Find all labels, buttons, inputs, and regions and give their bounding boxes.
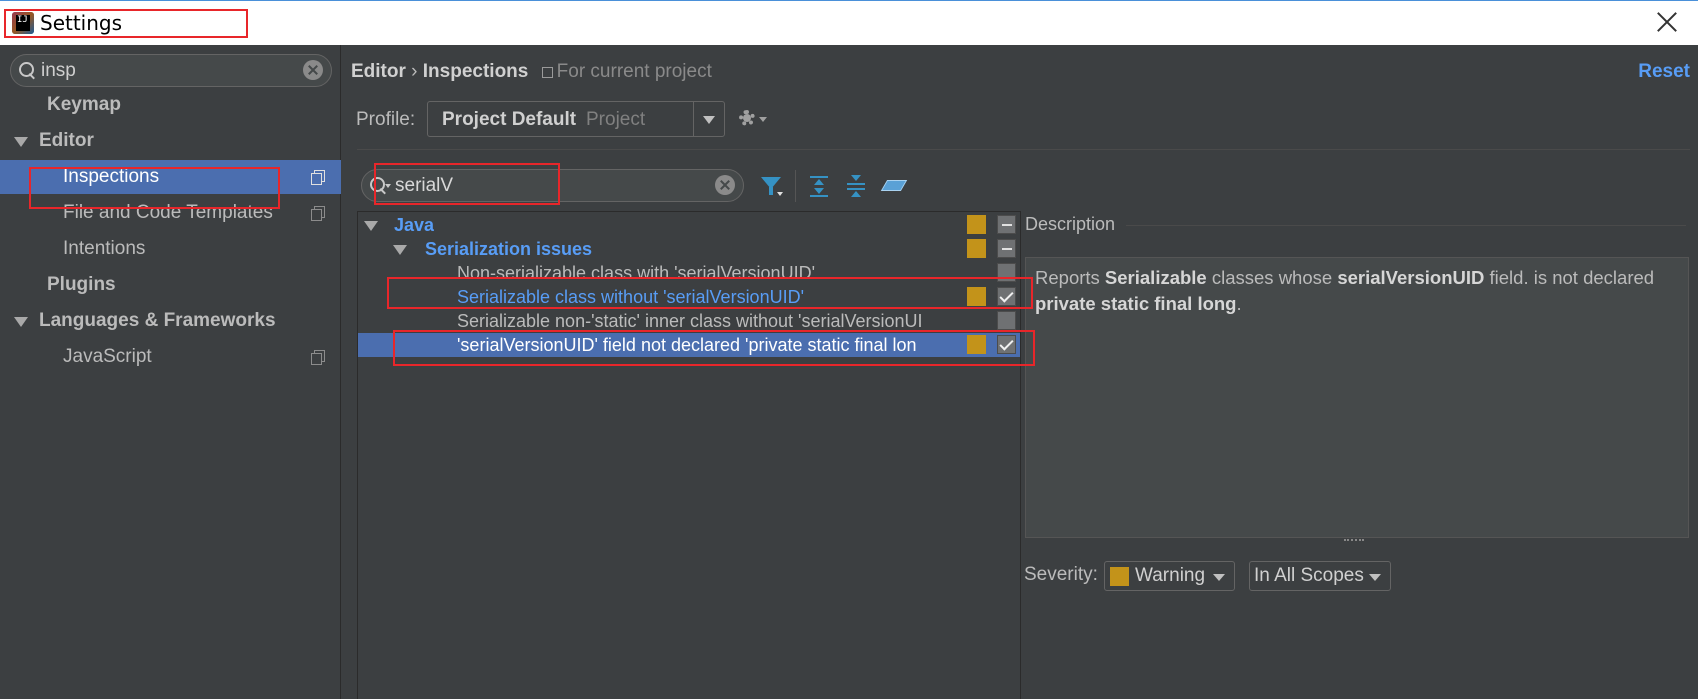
profile-label: Profile: [356, 109, 416, 130]
close-icon[interactable] [1654, 9, 1680, 35]
annotation-box [374, 163, 560, 205]
expand-triangle-icon[interactable] [364, 221, 378, 231]
description-bold-text: serialVersionUID [1337, 267, 1485, 288]
resize-grip-icon[interactable] [1344, 539, 1364, 543]
expand-triangle-icon[interactable] [393, 245, 407, 255]
inspection-checkbox[interactable] [997, 311, 1016, 330]
description-text: Reports [1035, 267, 1105, 288]
annotation-box [387, 277, 1033, 309]
reset-link[interactable]: Reset [1638, 61, 1690, 83]
collapse-all-icon[interactable] [845, 175, 867, 197]
scope-note: For current project [556, 61, 712, 82]
project-scope-icon [311, 206, 325, 221]
sidebar-item-label: JavaScript [63, 346, 152, 367]
description-panel: Reports Serializable classes whose seria… [1025, 257, 1689, 538]
chevron-down-icon[interactable] [703, 116, 715, 124]
search-icon [19, 62, 35, 78]
description-text: classes whose [1206, 267, 1338, 288]
sidebar-item-plugins[interactable]: Plugins [0, 268, 341, 302]
chevron-down-icon[interactable] [1369, 574, 1381, 581]
warning-severity-icon [1110, 567, 1129, 586]
sidebar-item-editor[interactable]: Editor [0, 124, 341, 158]
reset-to-default-eraser-icon[interactable] [880, 175, 908, 197]
breadcrumb-separator: › [411, 61, 418, 82]
annotation-box [4, 9, 248, 38]
inspection-checkbox[interactable] [997, 215, 1016, 234]
inspection-checkbox[interactable] [997, 239, 1016, 258]
tree-row-serialization-issues[interactable]: Serialization issues [358, 237, 1021, 261]
toolbar-divider [795, 170, 796, 202]
project-scope-icon [541, 67, 553, 78]
project-scope-icon [311, 170, 325, 185]
profile-type: Project [586, 109, 646, 130]
tree-row-label: Serialization issues [425, 239, 593, 259]
project-scope-icon [311, 350, 325, 365]
sidebar-item-javascript[interactable]: JavaScript [0, 340, 341, 374]
expand-triangle-icon[interactable] [14, 137, 28, 147]
settings-sidebar: insp Keymap Editor Inspections File and … [0, 45, 341, 699]
tree-row-label: Java [394, 215, 435, 235]
severity-label: Severity: [1024, 564, 1098, 585]
sidebar-item-label: Editor [39, 130, 94, 151]
sidebar-item-label: Keymap [47, 94, 121, 115]
description-text: field. is not declared [1484, 267, 1655, 288]
filter-icon[interactable] [761, 175, 783, 197]
profile-value: Project Default [442, 109, 577, 130]
description-text: . [1236, 293, 1242, 314]
gear-dropdown-arrow-icon[interactable] [759, 117, 767, 122]
chevron-down-icon[interactable] [1213, 574, 1225, 581]
header-divider [357, 149, 1690, 150]
scope-dropdown[interactable]: In All Scopes [1249, 561, 1391, 591]
sidebar-item-keymap[interactable]: Keymap [0, 88, 341, 122]
clear-search-icon[interactable] [303, 60, 323, 80]
warning-severity-icon [967, 239, 986, 258]
expand-triangle-icon[interactable] [14, 317, 28, 327]
breadcrumb-page: Inspections [422, 61, 529, 82]
annotation-box [29, 167, 280, 209]
severity-value: Warning [1135, 565, 1206, 586]
sidebar-item-label: Languages & Frameworks [39, 310, 276, 331]
settings-search-input[interactable]: insp [10, 54, 332, 87]
scope-value: In All Scopes [1254, 565, 1364, 586]
expand-all-icon[interactable] [808, 175, 830, 197]
sidebar-item-label: Intentions [63, 238, 146, 259]
breadcrumb-root[interactable]: Editor [351, 61, 406, 82]
title-bar: IJ Settings [0, 0, 1698, 45]
sidebar-item-label: Plugins [47, 274, 116, 295]
description-divider [1126, 225, 1686, 226]
profile-dropdown[interactable]: Project Default Project [427, 101, 725, 137]
settings-search-value[interactable]: insp [41, 60, 76, 82]
sidebar-item-intentions[interactable]: Intentions [0, 232, 341, 266]
annotation-box [393, 330, 1035, 366]
clear-filter-icon[interactable] [715, 175, 735, 195]
breadcrumb: Editor › Inspections For current project [351, 61, 712, 83]
description-bold-text: Serializable [1104, 267, 1207, 288]
tree-row-java[interactable]: Java [358, 213, 1021, 237]
gear-icon[interactable] [737, 108, 757, 128]
dropdown-divider [693, 102, 694, 136]
warning-severity-icon [967, 215, 986, 234]
severity-dropdown[interactable]: Warning [1104, 561, 1235, 591]
description-title: Description [1025, 214, 1116, 234]
description-bold-text: private static final long [1035, 293, 1237, 314]
sidebar-item-languages-frameworks[interactable]: Languages & Frameworks [0, 304, 341, 338]
